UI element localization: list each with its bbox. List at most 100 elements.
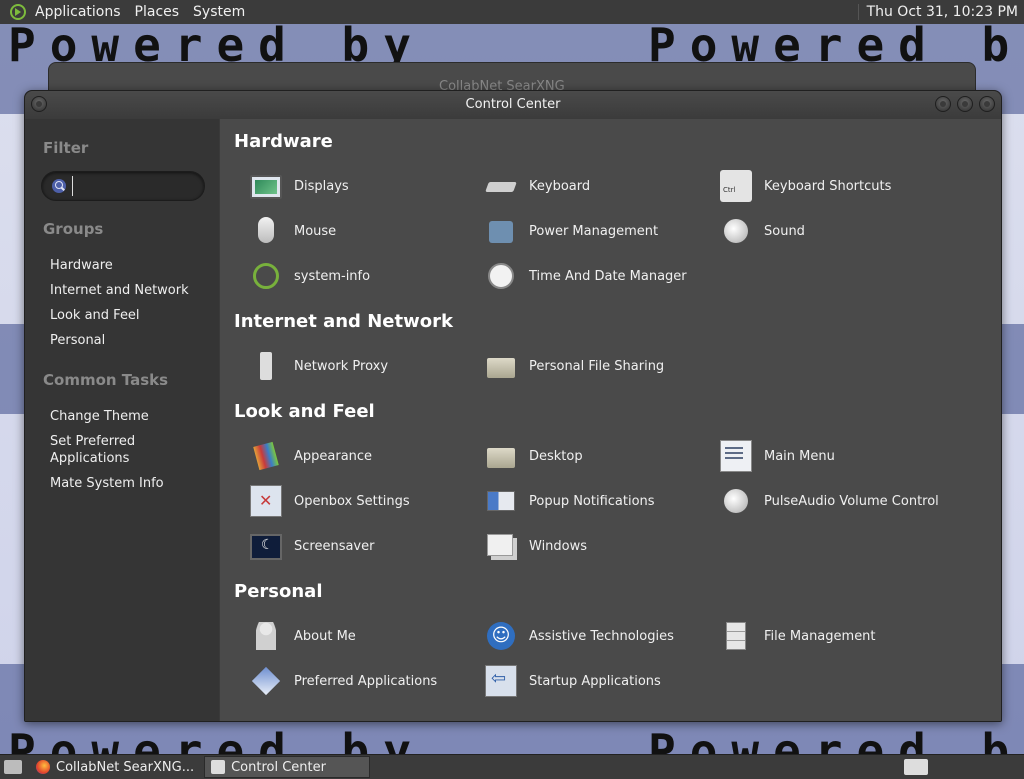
item-label: Openbox Settings [294, 493, 410, 509]
openbox-icon [250, 485, 282, 517]
menu-places[interactable]: Places [128, 4, 187, 20]
wallpaper-text: Powered by [648, 724, 1024, 754]
task-link-change-theme[interactable]: Change Theme [50, 408, 210, 425]
mate-logo-icon[interactable] [10, 4, 26, 20]
popup-notifications-icon [485, 485, 517, 517]
item-label: Windows [529, 538, 588, 554]
preferred-applications-icon [250, 665, 282, 697]
filter-input[interactable] [72, 176, 199, 196]
control-center-window: Control Center Filter Groups Hardware In… [24, 90, 1002, 722]
clock-icon [485, 260, 517, 292]
desktop-folder-icon [485, 440, 517, 472]
mouse-icon [250, 215, 282, 247]
group-link-personal[interactable]: Personal [50, 332, 210, 349]
filter-heading: Filter [43, 139, 89, 157]
group-link-hardware[interactable]: Hardware [50, 257, 210, 274]
taskbar-item-searxng[interactable]: CollabNet SearXNG... [30, 756, 200, 778]
task-link-set-preferred-applications[interactable]: Set Preferred Applications [50, 433, 210, 467]
item-label: Appearance [294, 448, 373, 464]
item-openbox-settings[interactable]: Openbox Settings [250, 483, 410, 519]
item-file-management[interactable]: File Management [720, 618, 876, 654]
window-menu-button[interactable] [31, 96, 47, 112]
main-menu-icon [720, 440, 752, 472]
item-label: Network Proxy [294, 358, 389, 374]
startup-applications-icon [485, 665, 517, 697]
accessibility-icon [485, 620, 517, 652]
system-info-icon [250, 260, 282, 292]
top-menu: Applications Places System [28, 0, 252, 24]
folder-share-icon [485, 350, 517, 382]
item-label: Keyboard [529, 178, 591, 194]
item-appearance[interactable]: Appearance [250, 438, 372, 474]
item-label: Time And Date Manager [529, 268, 687, 284]
top-panel: Applications Places System Thu Oct 31, 1… [0, 0, 1024, 25]
sidebar: Filter Groups Hardware Internet and Netw… [25, 119, 219, 721]
item-mouse[interactable]: Mouse [250, 213, 336, 249]
task-link-mate-system-info[interactable]: Mate System Info [50, 475, 210, 492]
item-keyboard-shortcuts[interactable]: Keyboard Shortcuts [720, 168, 891, 204]
search-icon [52, 179, 66, 193]
content-pane: Hardware Displays Keyboard Keyboard Shor… [220, 119, 1001, 721]
item-system-info[interactable]: system-info [250, 258, 370, 294]
workspace-switcher-icon[interactable] [904, 759, 928, 775]
filter-box[interactable] [41, 171, 205, 201]
item-label: Desktop [529, 448, 583, 464]
group-link-look-and-feel[interactable]: Look and Feel [50, 307, 210, 324]
window-titlebar[interactable]: Control Center [25, 91, 1001, 119]
item-time-and-date[interactable]: Time And Date Manager [485, 258, 687, 294]
taskbar-item-control-center[interactable]: Control Center [204, 756, 371, 778]
item-label: Personal File Sharing [529, 358, 665, 374]
display-icon [250, 175, 282, 199]
network-proxy-icon [250, 350, 282, 382]
item-label: Startup Applications [529, 673, 661, 689]
item-windows[interactable]: Windows [485, 528, 587, 564]
item-label: Sound [764, 223, 805, 239]
menu-applications[interactable]: Applications [28, 4, 128, 20]
clock[interactable]: Thu Oct 31, 10:23 PM [857, 4, 1024, 20]
item-screensaver[interactable]: Screensaver [250, 528, 374, 564]
maximize-button[interactable] [957, 96, 973, 112]
item-about-me[interactable]: About Me [250, 618, 356, 654]
section-title-hardware: Hardware [234, 131, 333, 152]
item-label: Popup Notifications [529, 493, 655, 509]
section-title-internet-and-network: Internet and Network [234, 311, 453, 332]
common-tasks-heading: Common Tasks [43, 371, 169, 389]
item-label: Keyboard Shortcuts [764, 178, 892, 194]
item-desktop[interactable]: Desktop [485, 438, 583, 474]
item-assistive-technologies[interactable]: Assistive Technologies [485, 618, 674, 654]
item-displays[interactable]: Displays [250, 168, 349, 204]
section-title-personal: Personal [234, 581, 323, 602]
item-main-menu[interactable]: Main Menu [720, 438, 835, 474]
wallpaper-text: Powered by [8, 724, 425, 754]
item-startup-applications[interactable]: Startup Applications [485, 663, 661, 699]
item-keyboard[interactable]: Keyboard [485, 168, 590, 204]
item-sound[interactable]: Sound [720, 213, 805, 249]
close-button[interactable] [979, 96, 995, 112]
show-desktop-icon[interactable] [4, 760, 22, 774]
item-label: Power Management [529, 223, 659, 239]
item-label: About Me [294, 628, 356, 644]
item-label: Mouse [294, 223, 337, 239]
appearance-icon [250, 440, 282, 472]
taskbar-item-label: CollabNet SearXNG... [56, 759, 195, 775]
menu-system[interactable]: System [186, 4, 252, 20]
control-center-icon [211, 760, 226, 774]
item-pulseaudio-volume-control[interactable]: PulseAudio Volume Control [720, 483, 939, 519]
group-link-internet-and-network[interactable]: Internet and Network [50, 282, 210, 299]
bottom-panel: CollabNet SearXNG... Control Center [0, 754, 1024, 779]
item-label: Displays [294, 178, 349, 194]
minimize-button[interactable] [935, 96, 951, 112]
item-label: PulseAudio Volume Control [764, 493, 939, 509]
section-title-look-and-feel: Look and Feel [234, 401, 375, 422]
pulseaudio-icon [720, 485, 752, 517]
item-popup-notifications[interactable]: Popup Notifications [485, 483, 655, 519]
item-preferred-applications[interactable]: Preferred Applications [250, 663, 437, 699]
item-power-management[interactable]: Power Management [485, 213, 658, 249]
item-label: Screensaver [294, 538, 375, 554]
keyboard-icon [485, 170, 517, 202]
item-personal-file-sharing[interactable]: Personal File Sharing [485, 348, 664, 384]
keyboard-shortcuts-icon [720, 170, 752, 202]
item-network-proxy[interactable]: Network Proxy [250, 348, 388, 384]
about-me-icon [250, 620, 282, 652]
item-label: File Management [764, 628, 876, 644]
